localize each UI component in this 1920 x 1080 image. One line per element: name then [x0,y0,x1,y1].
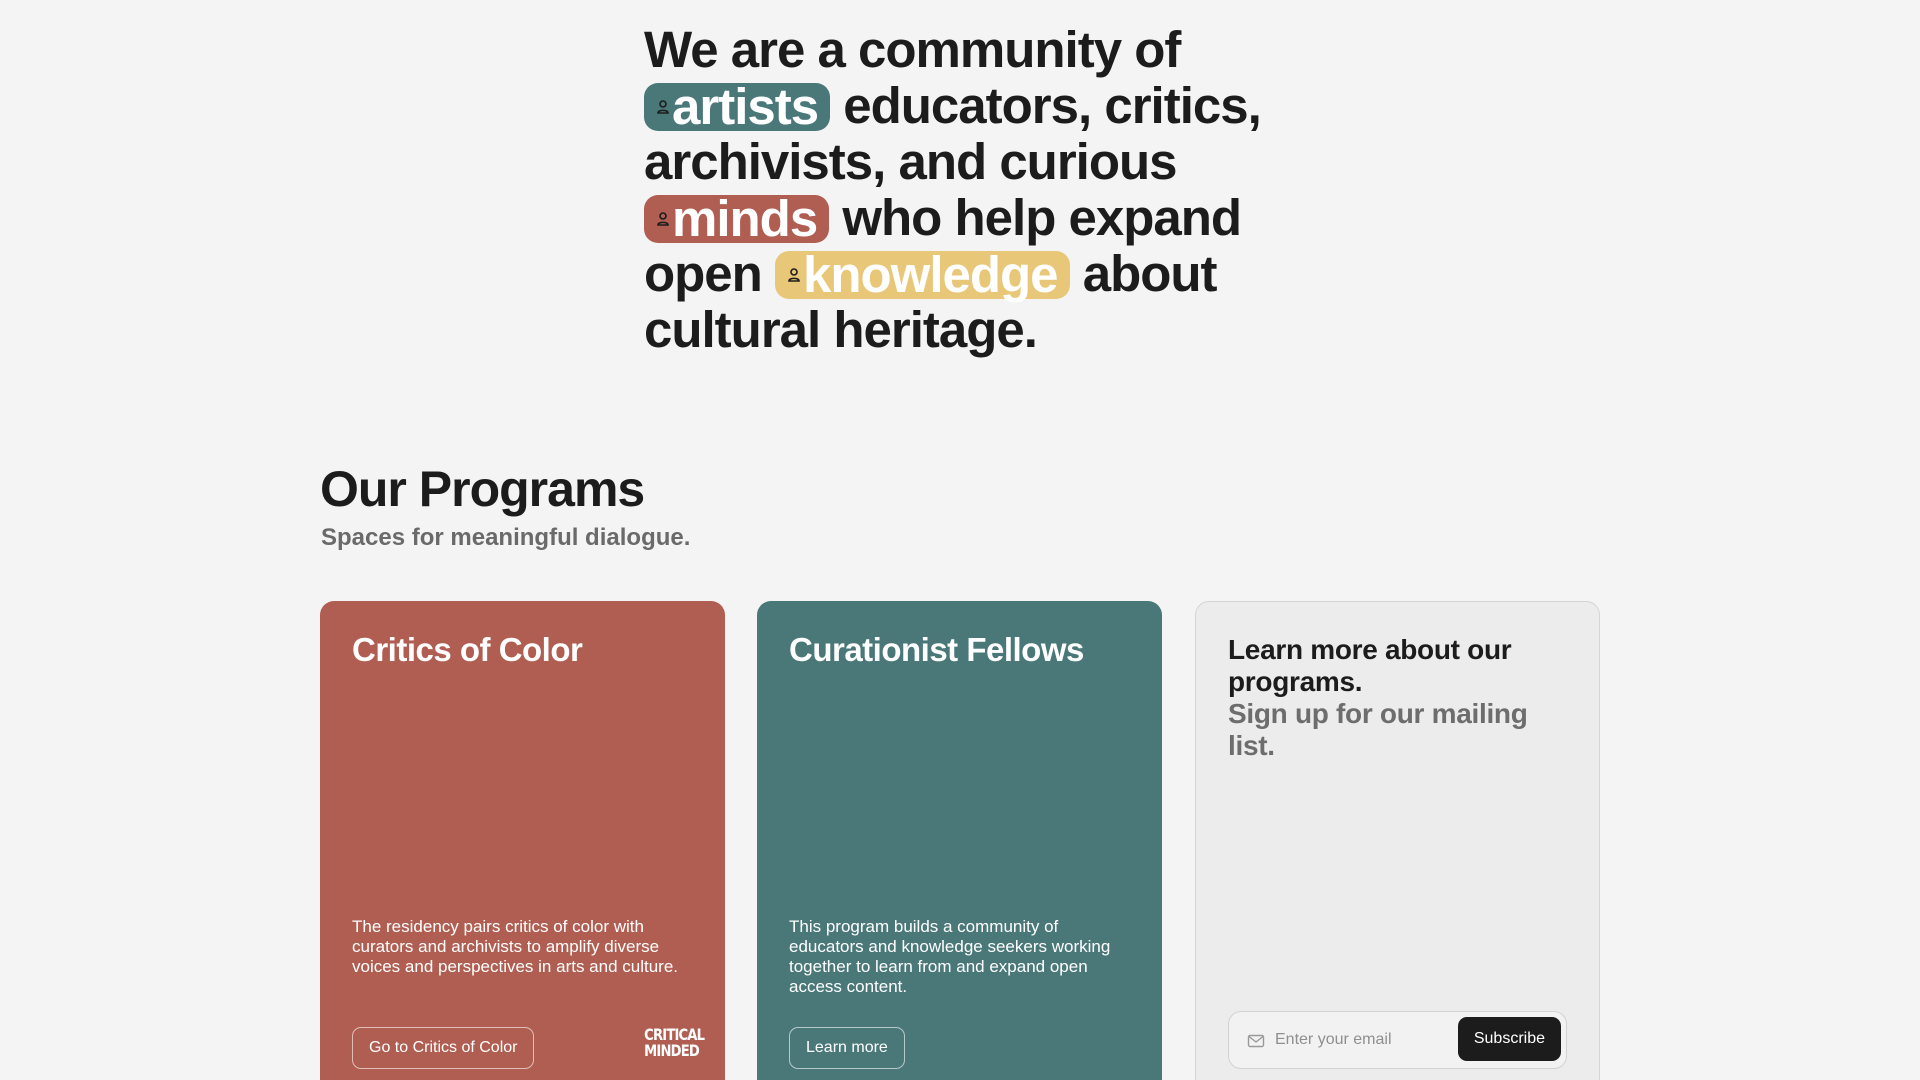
pill-knowledge[interactable]: knowledge [775,245,1070,303]
hero-line: We are a community of [644,21,1181,78]
programs-subtitle: Spaces for meaningful dialogue. [321,524,691,551]
go-to-critics-of-color-button[interactable]: Go to Critics of Color [352,1027,535,1069]
signup-form: Subscribe [1228,1011,1567,1069]
hero-text: about [1069,245,1218,302]
signup-subtitle: Sign up for our mailing list. [1228,698,1528,761]
pill-label: artists [672,77,819,135]
programs-title: Our Programs [320,461,645,517]
hero-statement: We are a community of artists educators,… [644,22,1304,358]
program-card-curationist-fellows: Curationist Fellows This program builds … [757,601,1162,1080]
hero-text: who help expand [829,189,1242,246]
email-input[interactable] [1275,1020,1445,1060]
pill-label: knowledge [803,245,1059,303]
person-icon [787,267,801,283]
pill-minds[interactable]: minds [644,189,830,247]
page: We are a community of artists educators,… [0,0,1920,1080]
hero-line: archivists, and curious [644,133,1178,190]
pill-label: minds [672,189,818,247]
critical-minded-logo: CRITICAL MINDED [644,1027,705,1060]
signup-title: Learn more about our programs. [1228,634,1512,697]
hero-line: cultural heritage. [644,301,1038,358]
program-card-critics-of-color: Critics of Color The residency pairs cri… [320,601,725,1080]
hero-text: educators, critics, [830,77,1262,134]
card-description: The residency pairs critics of color wit… [352,917,679,976]
person-icon [656,211,670,227]
mailing-list-card: Learn more about our programs. Sign up f… [1195,601,1600,1080]
mail-icon [1247,1033,1265,1049]
pill-artists[interactable]: artists [644,77,831,135]
learn-more-button[interactable]: Learn more [789,1027,905,1069]
card-description: This program builds a community of educa… [789,917,1111,996]
card-title: Critics of Color [352,631,583,668]
subscribe-button[interactable]: Subscribe [1457,1017,1561,1061]
hero-text: open [644,245,775,302]
person-icon [656,99,670,115]
logo-line: MINDED [644,1041,700,1060]
card-title: Curationist Fellows [789,631,1084,668]
